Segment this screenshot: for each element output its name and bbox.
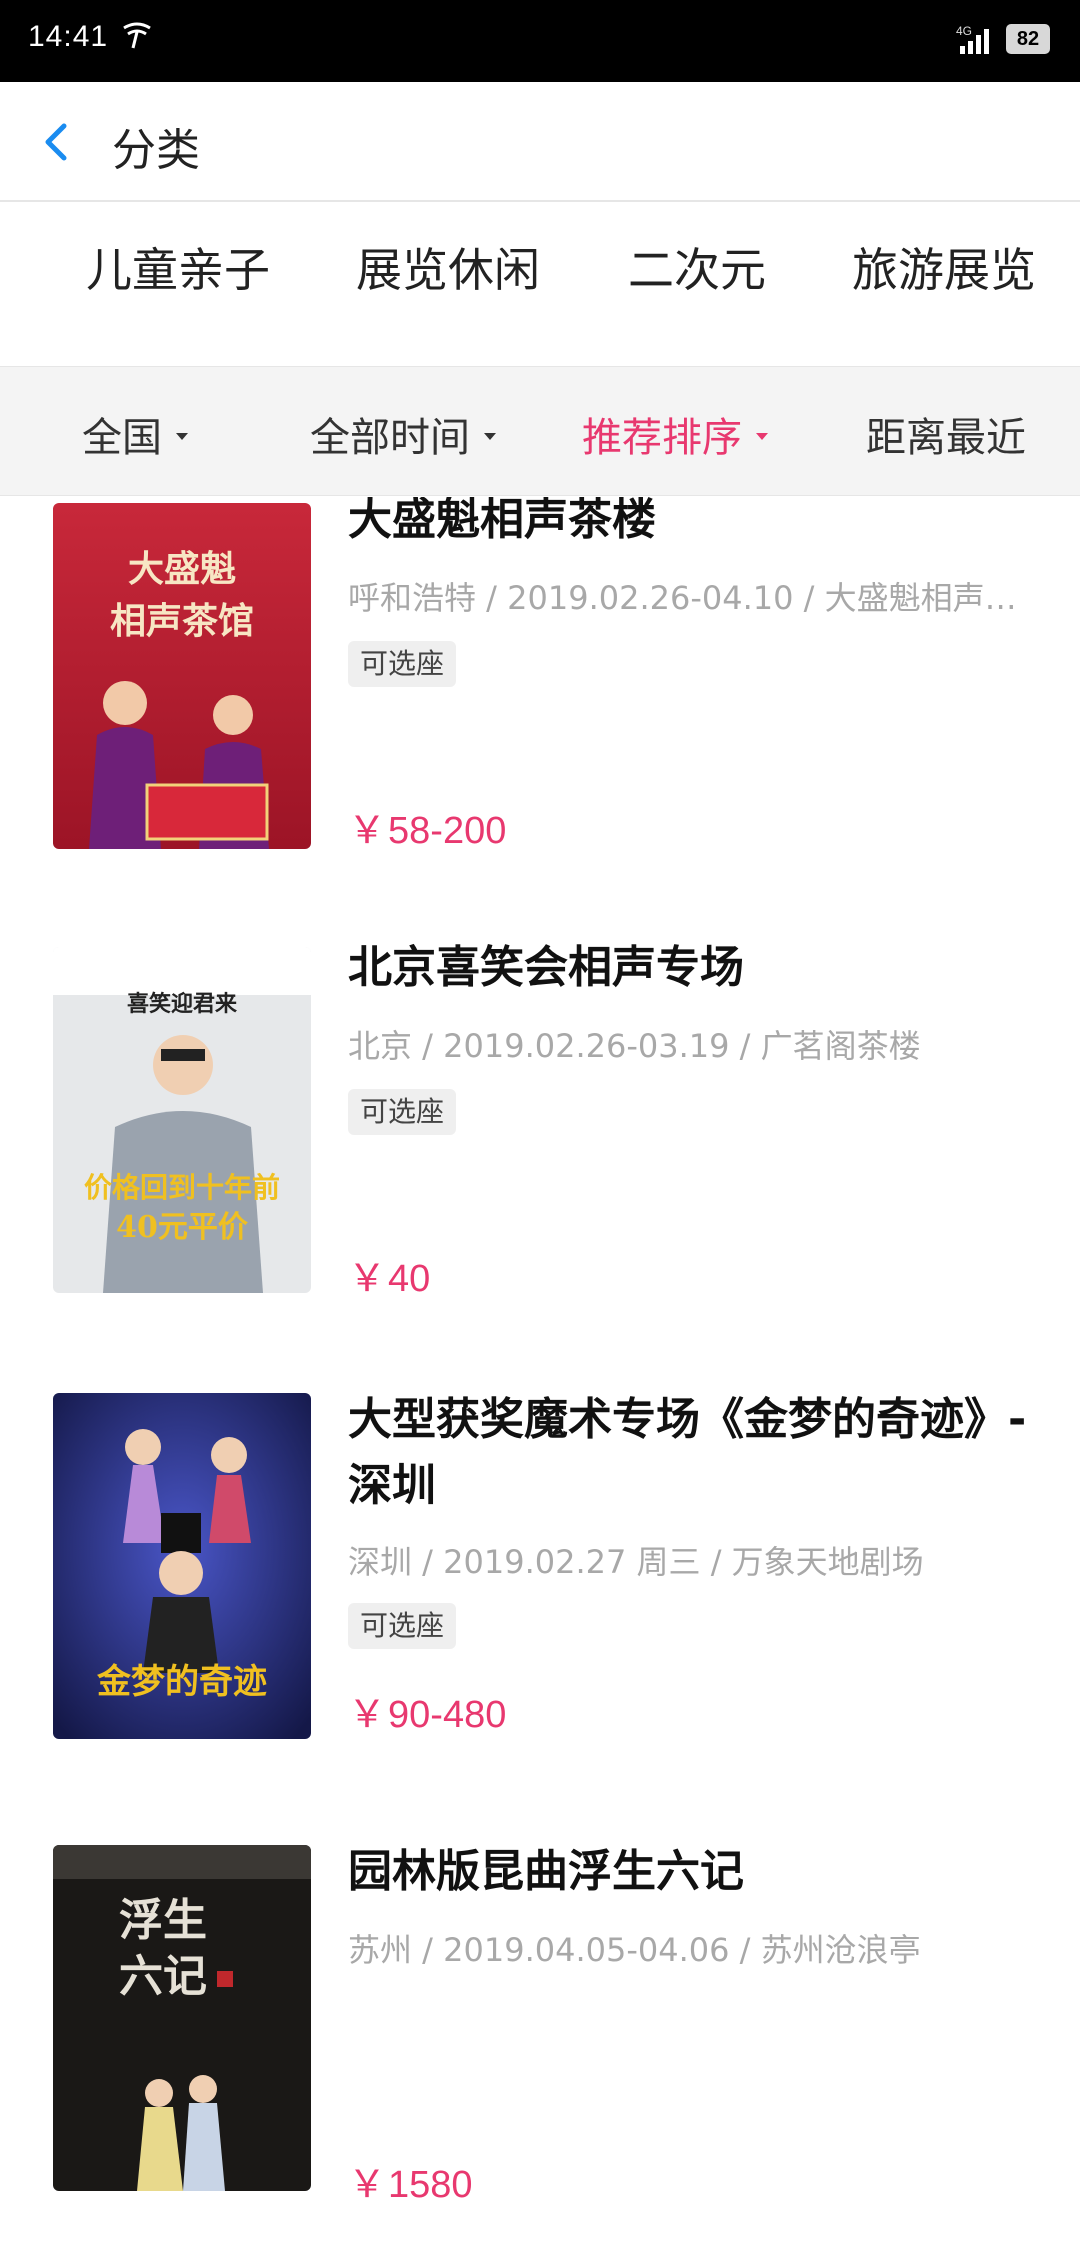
event-item[interactable]: 喜笑迎君来 价格回到十年前 40元平价 北京喜笑会相声专场 北京 / 2019.… xyxy=(0,942,1080,1397)
event-price: ￥58-200 xyxy=(348,799,506,854)
poster-image-icon: 大盛魁 相声茶馆 xyxy=(53,503,311,849)
currency-symbol: ￥ xyxy=(348,1692,387,1736)
event-title: 大盛魁相声茶楼 xyxy=(348,497,656,545)
signal-strength-icon xyxy=(960,29,989,54)
seat-selectable-badge: 可选座 xyxy=(348,1089,457,1135)
category-tab-travel-exhibition[interactable]: 旅游展览 xyxy=(852,234,1036,300)
svg-text:相声茶馆: 相声茶馆 xyxy=(110,600,254,642)
poster-image-icon: 喜笑迎君来 价格回到十年前 40元平价 xyxy=(53,947,311,1293)
price-value: 90-480 xyxy=(388,1694,507,1736)
seat-selectable-badge: 可选座 xyxy=(348,1603,457,1649)
caret-down-icon xyxy=(756,432,768,440)
event-title: 园林版昆曲浮生六记 xyxy=(348,1846,744,1897)
svg-text:金梦的奇迹: 金梦的奇迹 xyxy=(96,1662,267,1702)
currency-symbol: ￥ xyxy=(348,2162,387,2206)
filter-region[interactable]: 全国 xyxy=(82,405,188,463)
category-tabs: 儿童亲子 展览休闲 二次元 旅游展览 xyxy=(0,204,1080,366)
poster-image-icon: 金梦的奇迹 xyxy=(53,1393,311,1739)
category-tab-anime[interactable]: 二次元 xyxy=(628,234,766,300)
svg-text:价格回到十年前: 价格回到十年前 xyxy=(84,1171,280,1204)
category-tab-exhibition-leisure[interactable]: 展览休闲 xyxy=(356,234,540,300)
event-poster: 浮生 六记 xyxy=(53,1845,311,2191)
filter-sort[interactable]: 推荐排序 xyxy=(582,405,768,463)
filter-time[interactable]: 全部时间 xyxy=(310,405,496,463)
currency-symbol: ￥ xyxy=(348,1256,387,1300)
svg-text:六记: 六记 xyxy=(119,1951,207,2002)
currency-symbol: ￥ xyxy=(348,808,387,852)
filter-bar: 全国 全部时间 推荐排序 距离最近 xyxy=(0,366,1080,496)
svg-text:大盛魁: 大盛魁 xyxy=(128,548,236,590)
filter-sort-label: 推荐排序 xyxy=(582,415,742,461)
event-price: ￥90-480 xyxy=(348,1683,506,1738)
event-title: 大型获奖魔术专场《金梦的奇迹》-深圳 xyxy=(348,1394,1027,1511)
filter-time-label: 全部时间 xyxy=(310,415,470,461)
price-value: 1580 xyxy=(388,2164,473,2206)
filter-distance[interactable]: 距离最近 xyxy=(866,405,1026,463)
event-price: ￥1580 xyxy=(348,2153,473,2208)
event-list: 大盛魁 相声茶馆 大盛魁相声茶楼 呼和浩特 / 2019.02.26-04.10… xyxy=(0,497,1080,2242)
svg-text:40元平价: 40元平价 xyxy=(116,1210,248,1245)
event-item[interactable]: 大盛魁 相声茶馆 大盛魁相声茶楼 呼和浩特 / 2019.02.26-04.10… xyxy=(0,497,1080,947)
event-meta: 苏州 / 2019.04.05-04.06 / 苏州沧浪亭 xyxy=(348,1931,921,1969)
filter-distance-label: 距离最近 xyxy=(866,415,1026,461)
event-poster: 大盛魁 相声茶馆 xyxy=(53,503,311,849)
event-price: ￥40 xyxy=(348,1247,430,1302)
price-value: 58-200 xyxy=(388,810,507,852)
event-item[interactable]: 金梦的奇迹 大型获奖魔术专场《金梦的奇迹》-深圳 深圳 / 2019.02.27… xyxy=(0,1393,1080,1847)
svg-text:浮生: 浮生 xyxy=(119,1895,207,1946)
status-bar: 14:41 4G 82 xyxy=(0,0,1080,82)
svg-text:喜笑迎君来: 喜笑迎君来 xyxy=(127,991,238,1017)
caret-down-icon xyxy=(176,432,188,440)
filter-region-label: 全国 xyxy=(82,415,162,461)
seat-selectable-badge: 可选座 xyxy=(348,641,457,687)
status-time: 14:41 xyxy=(28,20,109,53)
app-header: 分类 xyxy=(0,82,1080,202)
back-arrow-icon[interactable] xyxy=(28,112,84,172)
poster-image-icon: 浮生 六记 xyxy=(53,1845,311,2191)
event-poster: 金梦的奇迹 xyxy=(53,1393,311,1739)
caret-down-icon xyxy=(484,432,496,440)
category-tab-kids[interactable]: 儿童亲子 xyxy=(86,234,270,300)
event-poster: 喜笑迎君来 价格回到十年前 40元平价 xyxy=(53,947,311,1293)
event-title: 北京喜笑会相声专场 xyxy=(348,942,744,993)
event-meta: 深圳 / 2019.02.27 周三 / 万象天地剧场 xyxy=(348,1543,924,1581)
page-title: 分类 xyxy=(112,125,200,176)
battery-icon: 82 xyxy=(1006,24,1050,54)
event-meta: 北京 / 2019.02.26-03.19 / 广茗阁茶楼 xyxy=(348,1027,921,1065)
carrier-logo-icon xyxy=(123,22,151,49)
price-value: 40 xyxy=(388,1258,431,1300)
event-item[interactable]: 浮生 六记 园林版昆曲浮生六记 苏州 / 2019.04.05-04.06 / … xyxy=(0,1845,1080,2242)
event-meta: 呼和浩特 / 2019.02.26-04.10 / 大盛魁相声… xyxy=(348,579,1017,617)
